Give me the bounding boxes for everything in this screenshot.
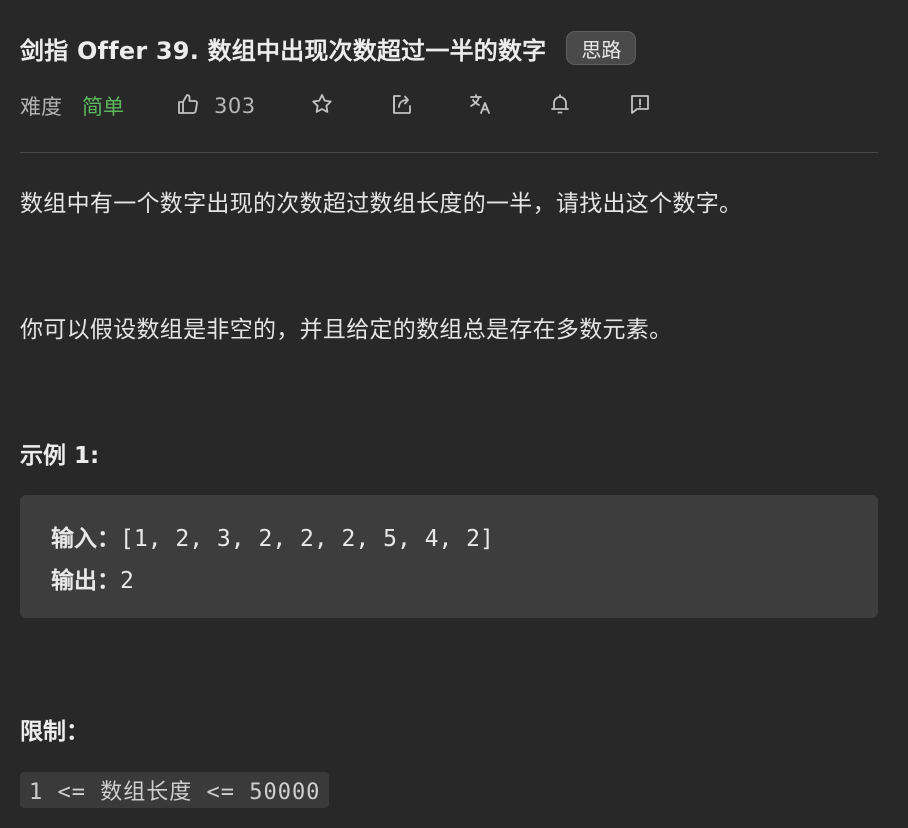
translate-button[interactable] [468, 92, 492, 121]
title-row: 剑指 Offer 39. 数组中出现次数超过一半的数字 思路 [20, 28, 637, 68]
problem-title: 剑指 Offer 39. 数组中出现次数超过一半的数字 [20, 36, 547, 65]
example-input-line: 输入：[1, 2, 3, 2, 2, 2, 5, 4, 2] [51, 519, 494, 553]
thumbs-up-icon [176, 92, 200, 121]
bell-icon [548, 92, 572, 121]
share-button[interactable] [390, 92, 414, 121]
input-value: [1, 2, 3, 2, 2, 2, 5, 4, 2] [120, 526, 494, 552]
constraints-heading: 限制： [20, 719, 89, 745]
meta-toolbar: 难度 简单 303 [20, 88, 652, 124]
difficulty-value: 简单 [82, 95, 124, 119]
star-icon [310, 92, 334, 121]
like-button[interactable]: 303 [176, 92, 256, 121]
feedback-button[interactable] [628, 92, 652, 121]
example-output-line: 输出：2 [51, 561, 134, 595]
notify-button[interactable] [548, 92, 572, 121]
favorite-button[interactable] [310, 92, 334, 121]
constraint-code: 1 <= 数组长度 <= 50000 [20, 772, 330, 808]
output-label: 输出： [51, 568, 120, 594]
input-label: 输入： [51, 526, 120, 552]
translate-icon [468, 92, 492, 121]
feedback-icon [628, 92, 652, 121]
description-paragraph: 你可以假设数组是非空的，并且给定的数组总是存在多数元素。 [20, 317, 673, 343]
example-code-block: 输入：[1, 2, 3, 2, 2, 2, 5, 4, 2] 输出：2 [20, 495, 878, 618]
divider [20, 152, 878, 153]
output-value: 2 [120, 568, 134, 594]
description-paragraph: 数组中有一个数字出现的次数超过数组长度的一半，请找出这个数字。 [20, 191, 743, 217]
tag-badge[interactable]: 思路 [566, 31, 637, 65]
like-count: 303 [214, 94, 256, 118]
difficulty-label: 难度 [20, 95, 62, 119]
share-icon [390, 92, 414, 121]
example-heading: 示例 1: [20, 443, 100, 469]
